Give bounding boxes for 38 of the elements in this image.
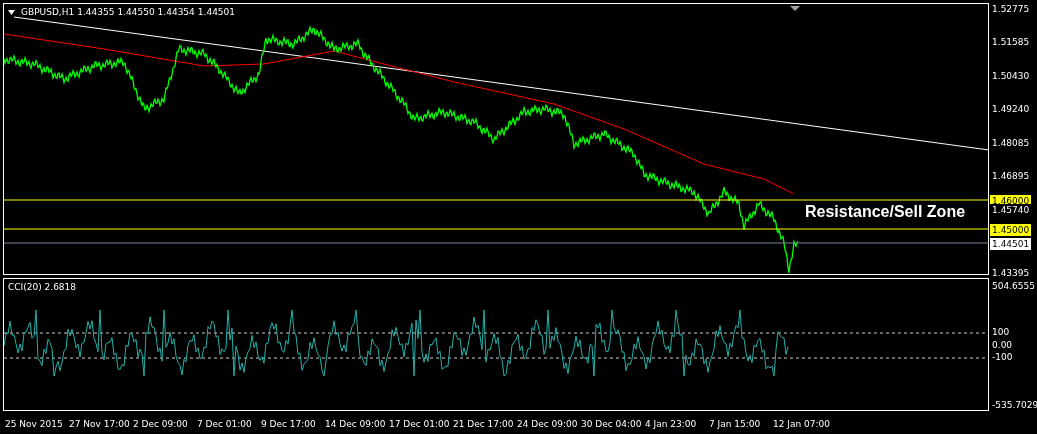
indicator-tick: 504.6555 — [992, 280, 1035, 292]
indicator-tick: -535.7029 — [992, 399, 1037, 411]
price-value: 1.44501 — [197, 7, 236, 17]
symbol-label: GBPUSD,H1 — [21, 7, 75, 17]
time-label: 21 Dec 17:00 — [453, 419, 515, 429]
price-tick: 1.50430 — [992, 69, 1030, 82]
indicator-title: CCI(20) 2.6818 — [8, 282, 77, 292]
price-value: 1.44354 — [157, 7, 195, 17]
time-label: 24 Dec 09:00 — [517, 419, 579, 429]
price-level-label: 1.44501 — [990, 238, 1032, 250]
time-label: 9 Dec 17:00 — [261, 419, 317, 429]
shift-marker-icon[interactable] — [790, 6, 800, 11]
time-label: 25 Nov 2015 — [5, 419, 64, 429]
time-label: 30 Dec 04:00 — [581, 419, 643, 429]
indicator-tick: 100 — [992, 326, 1010, 338]
price-tick: 1.49240 — [992, 103, 1030, 116]
price-value: 1.44550 — [117, 7, 155, 17]
time-label: 7 Jan 15:00 — [709, 419, 762, 429]
time-label: 14 Dec 09:00 — [325, 419, 387, 429]
price-tick: 1.46895 — [992, 170, 1030, 182]
dropdown-icon[interactable] — [8, 9, 15, 15]
time-label: 12 Jan 07:00 — [773, 419, 831, 429]
annotation-text: Resistance/Sell Zone — [805, 203, 966, 221]
price-tick: 1.51585 — [992, 36, 1030, 49]
indicator-tick: -100 — [992, 351, 1013, 363]
time-label: 17 Dec 01:00 — [389, 419, 451, 429]
price-value: 1.44355 — [77, 7, 115, 17]
price-tick: 1.52775 — [992, 3, 1030, 15]
indicator-tick: 0.00 — [992, 339, 1013, 351]
price-tick: 1.43395 — [992, 267, 1030, 279]
time-label: 27 Nov 17:00 — [69, 419, 131, 429]
trend-line[interactable] — [13, 16, 989, 151]
time-label: 4 Jan 23:00 — [645, 419, 698, 429]
price-level-label: 1.45000 — [990, 224, 1032, 236]
price-level-label: 1.45740 — [990, 204, 1032, 216]
time-label: 7 Dec 01:00 — [197, 419, 253, 429]
price-tick: 1.48085 — [992, 136, 1030, 149]
time-label: 2 Dec 09:00 — [133, 419, 189, 429]
